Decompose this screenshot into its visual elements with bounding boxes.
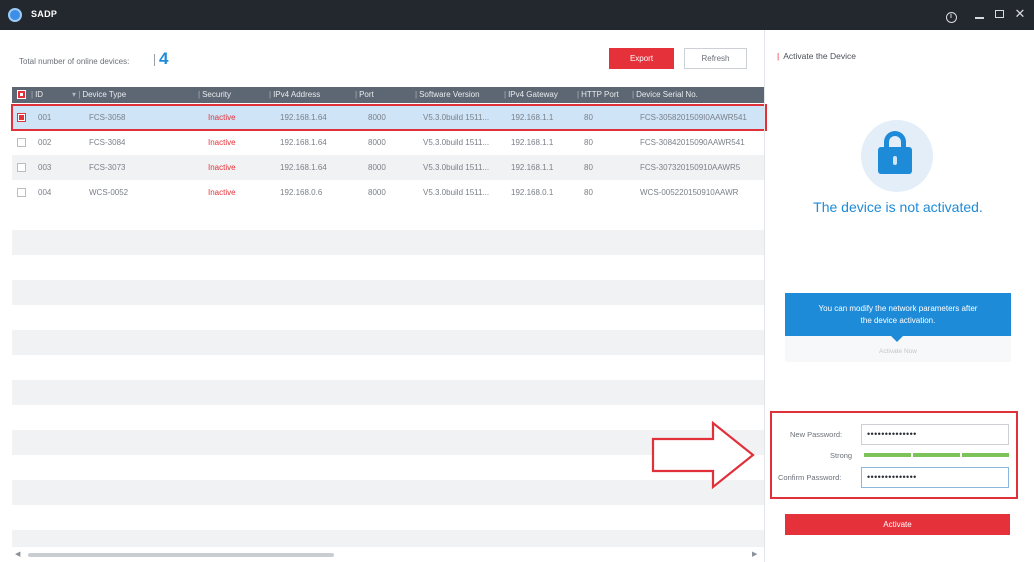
cell-security: Inactive <box>208 138 236 147</box>
title-bar: SADP i ✕ <box>0 0 1034 30</box>
activate-now-link[interactable]: Activate Now <box>785 348 1011 355</box>
cell-id: 004 <box>38 188 52 197</box>
cell-gateway: 192.168.0.1 <box>511 188 554 197</box>
cell-software-version: V5.3.0build 1511... <box>423 188 490 197</box>
activation-tip: You can modify the network parameters af… <box>785 293 1011 336</box>
empty-row <box>12 330 764 355</box>
row-checkbox[interactable] <box>17 163 26 172</box>
panel-divider <box>764 30 765 562</box>
column-header-http-port[interactable]: | HTTP Port <box>577 90 619 99</box>
strength-segment <box>913 453 960 457</box>
confirm-password-field[interactable]: •••••••••••••• <box>861 467 1009 488</box>
table-row[interactable]: 003 FCS-3073 Inactive 192.168.1.64 8000 … <box>12 155 764 180</box>
column-header-ipv4-gateway[interactable]: | IPv4 Gateway <box>504 90 558 99</box>
cell-ipv4: 192.168.0.6 <box>280 188 323 197</box>
scroll-left-icon[interactable]: ◀ <box>15 550 20 558</box>
password-strength-bar <box>864 453 1009 457</box>
cell-software-version: V5.3.0build 1511... <box>423 138 490 147</box>
refresh-button[interactable]: Refresh <box>684 48 747 69</box>
cell-security: Inactive <box>208 163 236 172</box>
new-password-label: New Password: <box>790 430 843 439</box>
cell-gateway: 192.168.1.1 <box>511 163 554 172</box>
scroll-right-icon[interactable]: ▶ <box>752 550 757 558</box>
column-header-serial-no[interactable]: | Device Serial No. <box>632 90 698 99</box>
close-icon[interactable]: ✕ <box>1013 7 1027 21</box>
table-row[interactable]: 002 FCS-3084 Inactive 192.168.1.64 8000 … <box>12 130 764 155</box>
cell-device-type: WCS-0052 <box>89 188 129 197</box>
empty-row <box>12 530 764 547</box>
online-devices-label: Total number of online devices: <box>19 57 130 66</box>
select-all-checkbox[interactable] <box>17 90 26 99</box>
table-header: | ID ▾ | Device Type | Security | IPv4 Addre… <box>12 87 764 103</box>
strength-segment <box>962 453 1009 457</box>
cell-ipv4: 192.168.1.64 <box>280 163 327 172</box>
cell-http-port: 80 <box>584 188 593 197</box>
cell-port: 8000 <box>368 188 386 197</box>
cell-serial: FCS-307320150910AAWR5 <box>640 163 741 172</box>
activate-button[interactable]: Activate <box>785 514 1010 535</box>
empty-row <box>12 230 764 255</box>
tip-line-1: You can modify the network parameters af… <box>818 304 978 313</box>
online-devices-count: 4 <box>159 49 169 68</box>
cell-gateway: 192.168.1.1 <box>511 138 554 147</box>
password-strength-label: Strong <box>830 451 853 460</box>
cell-port: 8000 <box>368 138 386 147</box>
cell-device-type: FCS-3084 <box>89 138 126 147</box>
empty-row <box>12 280 764 305</box>
horizontal-scrollbar[interactable]: ◀ ▶ <box>12 549 764 560</box>
row-checkbox[interactable] <box>17 188 26 197</box>
cell-id: 003 <box>38 163 52 172</box>
cell-id: 002 <box>38 138 52 147</box>
cell-serial: WCS-005220150910AAWR <box>640 188 739 197</box>
tip-pointer <box>891 336 903 342</box>
tip-line-2: the device activation. <box>860 316 936 325</box>
maximize-icon[interactable] <box>993 7 1007 21</box>
right-arrow-annotation-icon <box>651 420 755 490</box>
activation-status-text: The device is not activated. <box>813 199 983 215</box>
activate-panel-title: | Activate the Device <box>777 51 856 61</box>
column-header-port[interactable]: | Port <box>355 90 374 99</box>
cell-serial: FCS-30842015090AAWR541 <box>640 138 745 147</box>
column-header-software-version[interactable]: | Software Version <box>415 90 480 99</box>
column-header-ipv4-address[interactable]: | IPv4 Address <box>269 90 320 99</box>
empty-row <box>12 380 764 405</box>
cell-http-port: 80 <box>584 163 593 172</box>
scrollbar-thumb[interactable] <box>28 553 334 557</box>
column-header-security[interactable]: | Security <box>198 90 231 99</box>
cell-software-version: V5.3.0build 1511... <box>423 163 490 172</box>
cell-security: Inactive <box>208 188 236 197</box>
cell-device-type: FCS-3073 <box>89 163 126 172</box>
info-icon[interactable]: i <box>944 7 958 23</box>
cell-http-port: 80 <box>584 138 593 147</box>
column-header-device-type[interactable]: ▾ | Device Type <box>72 90 126 99</box>
strength-segment <box>864 453 911 457</box>
column-header-id[interactable]: | ID <box>31 90 43 99</box>
minimize-icon[interactable] <box>973 7 987 21</box>
export-button[interactable]: Export <box>609 48 674 69</box>
selected-row-highlight <box>11 104 767 131</box>
confirm-password-label: Confirm Password: <box>778 473 842 482</box>
app-logo-icon <box>8 8 22 22</box>
app-title: SADP <box>31 9 58 19</box>
sadp-window: SADP i ✕ Total number of online devices:… <box>0 0 1034 562</box>
row-checkbox[interactable] <box>17 138 26 147</box>
table-row[interactable]: 004 WCS-0052 Inactive 192.168.0.6 8000 V… <box>12 180 764 205</box>
count-divider <box>154 54 155 66</box>
cell-port: 8000 <box>368 163 386 172</box>
new-password-field[interactable]: •••••••••••••• <box>861 424 1009 445</box>
lock-keyhole <box>893 156 897 165</box>
cell-ipv4: 192.168.1.64 <box>280 138 327 147</box>
